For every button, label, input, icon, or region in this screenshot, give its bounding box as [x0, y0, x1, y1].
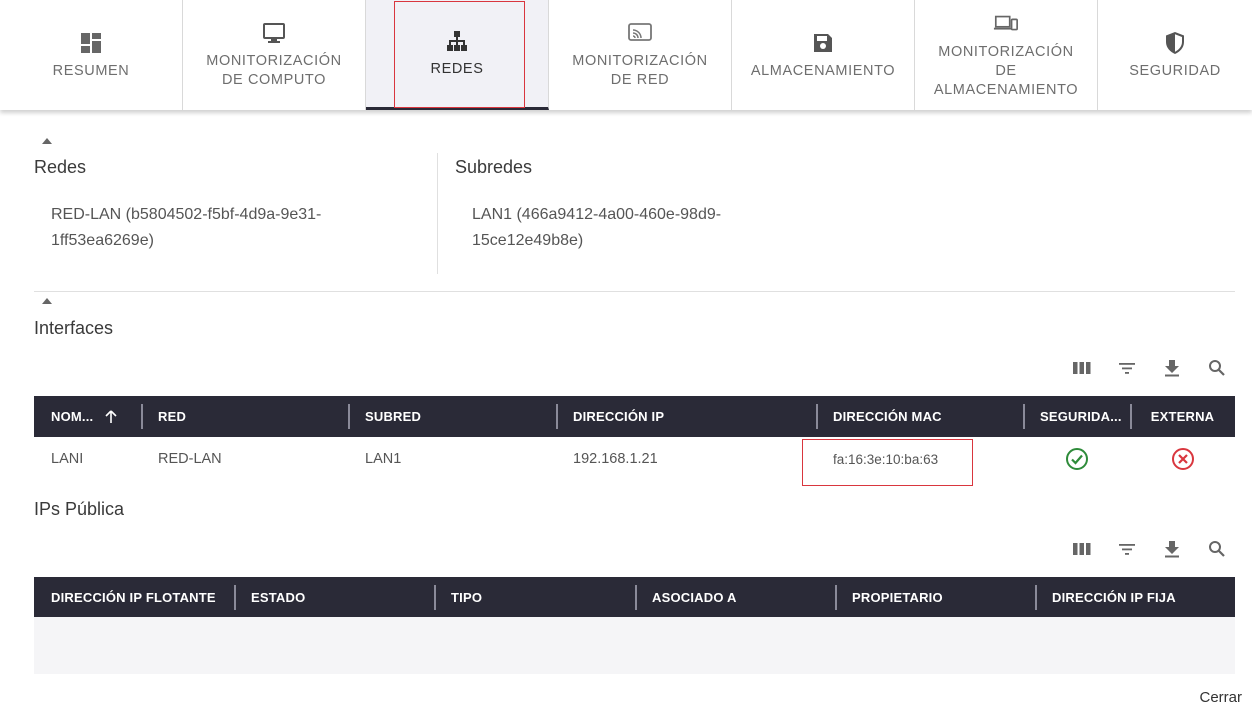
cast-icon [627, 20, 653, 46]
close-button[interactable]: Cerrar [1199, 689, 1242, 706]
download-icon[interactable] [1149, 353, 1194, 383]
tab-label: SEGURIDAD [1129, 62, 1221, 79]
tab-label: REDES [430, 61, 484, 77]
tab-almacenamiento[interactable]: ALMACENAMIENTO [732, 0, 915, 110]
tab-monitorizacion-almacenamiento[interactable]: MONITORIZACIÓN DE ALMACENAMIENTO [915, 0, 1098, 110]
column-header-fixed-ip[interactable]: DIRECCIÓN IP FIJA [1035, 577, 1235, 618]
cell-name: LANI [51, 451, 84, 467]
search-icon[interactable] [1194, 534, 1239, 564]
shield-icon [1162, 30, 1188, 56]
tab-seguridad[interactable]: SEGURIDAD [1098, 0, 1252, 110]
tab-resumen[interactable]: RESUMEN [0, 0, 183, 110]
dashboard-icon [78, 30, 104, 56]
network-icon [444, 28, 470, 54]
tab-label: MONITORIZACIÓN DE COMPUTO [206, 53, 342, 88]
tab-monitorizacion-red[interactable]: MONITORIZACIÓN DE RED [549, 0, 732, 110]
public-ips-table-body [34, 617, 1235, 674]
cell-security [1023, 437, 1130, 481]
tab-redes[interactable]: REDES [366, 0, 549, 110]
download-icon[interactable] [1149, 534, 1194, 564]
tab-label: MONITORIZACIÓN DE ALMACENAMIENTO [933, 43, 1079, 98]
divider [437, 153, 438, 274]
column-header-floating-ip[interactable]: DIRECCIÓN IP FLOTANTE [34, 577, 234, 618]
arrow-up-icon[interactable] [105, 409, 117, 424]
tab-label: MONITORIZACIÓN DE RED [572, 53, 708, 88]
column-header-network[interactable]: RED [141, 396, 348, 437]
search-icon[interactable] [1194, 353, 1239, 383]
tab-label: RESUMEN [52, 62, 130, 79]
column-header-type[interactable]: TIPO [434, 577, 635, 618]
interfaces-toolbar [1059, 353, 1239, 383]
interfaces-title: Interfaces [34, 318, 114, 338]
column-header-ip[interactable]: DIRECCIÓN IP [556, 396, 816, 437]
monitor-icon [261, 20, 287, 46]
cell-network: RED-LAN [158, 451, 222, 467]
public-ips-title: IPs Pública [34, 499, 125, 519]
interfaces-table-header: NOM... RED SUBRED DIRECCIÓN IP DIRECCIÓN… [34, 396, 1235, 437]
network-value: RED-LAN (b5804502-f5bf-4d9a-9e31- 1ff53e… [51, 206, 322, 249]
column-header-subnet[interactable]: SUBRED [348, 396, 556, 437]
divider [34, 291, 1235, 292]
column-header-associated[interactable]: ASOCIADO A [635, 577, 835, 618]
tab-monitorizacion-computo[interactable]: MONITORIZACIÓN DE COMPUTO [183, 0, 366, 110]
tab-bar: RESUMEN MONITORIZACIÓN DE COMPUTO REDES … [0, 0, 1252, 110]
column-header-name[interactable]: NOM... [34, 396, 141, 437]
column-header-mac[interactable]: DIRECCIÓN MAC [816, 396, 1023, 437]
subnet-value: LAN1 (466a9412-4a00-460e-98d9- 15ce12e49… [472, 206, 722, 249]
subnets-title: Subredes [455, 157, 533, 177]
columns-icon[interactable] [1059, 353, 1104, 383]
public-ips-toolbar [1059, 534, 1239, 564]
cell-subnet: LAN1 [365, 451, 402, 467]
filter-icon[interactable] [1104, 353, 1149, 383]
cell-external [1130, 437, 1235, 481]
column-header-status[interactable]: ESTADO [234, 577, 434, 618]
collapse-caret[interactable] [42, 138, 52, 144]
networks-title: Redes [34, 157, 87, 177]
check-circle-icon [1065, 447, 1089, 471]
collapse-caret[interactable] [42, 298, 52, 304]
devices-icon [993, 11, 1019, 37]
public-ips-table-header: DIRECCIÓN IP FLOTANTE ESTADO TIPO ASOCIA… [34, 577, 1235, 617]
columns-icon[interactable] [1059, 534, 1104, 564]
column-label: NOM... [51, 409, 94, 424]
filter-icon[interactable] [1104, 534, 1149, 564]
cancel-circle-icon [1171, 447, 1195, 471]
tab-label: ALMACENAMIENTO [750, 62, 896, 79]
cell-ip: 192.168.1.21 [573, 451, 658, 467]
floppy-disk-icon [810, 30, 836, 56]
column-header-external[interactable]: EXTERNA [1130, 396, 1235, 437]
column-header-owner[interactable]: PROPIETARIO [835, 577, 1035, 618]
cell-mac: fa:16:3e:10:ba:63 [833, 451, 939, 467]
table-row[interactable]: LANI RED-LAN LAN1 192.168.1.21 fa:16:3e:… [34, 437, 1235, 481]
column-header-security[interactable]: SEGURIDA... [1023, 396, 1130, 437]
